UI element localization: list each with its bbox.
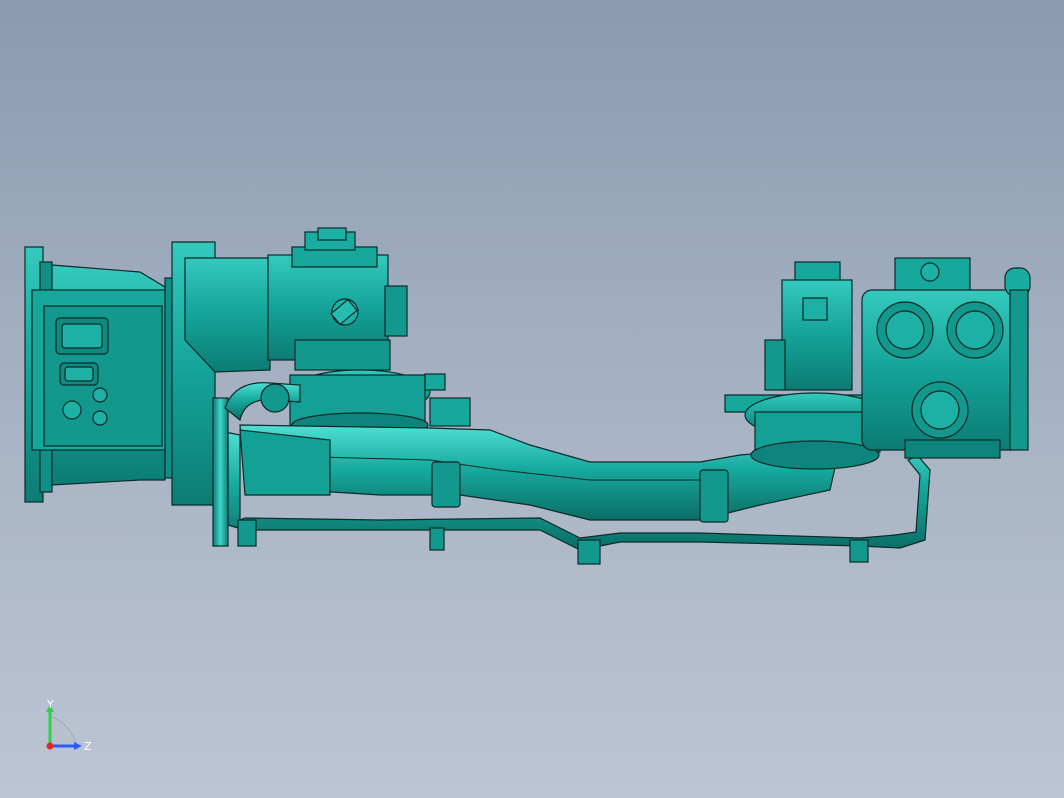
coordinate-triad: Y Z (46, 700, 92, 753)
right-valve-block[interactable] (861, 257, 1031, 459)
triad-plane-icon (49, 715, 79, 747)
graphics-viewport[interactable]: Y Z (0, 0, 1064, 798)
cad-assembly-model[interactable] (0, 0, 1064, 798)
y-axis-label: Y (46, 700, 54, 711)
x-axis-icon (46, 742, 54, 750)
z-axis-label: Z (84, 740, 92, 753)
